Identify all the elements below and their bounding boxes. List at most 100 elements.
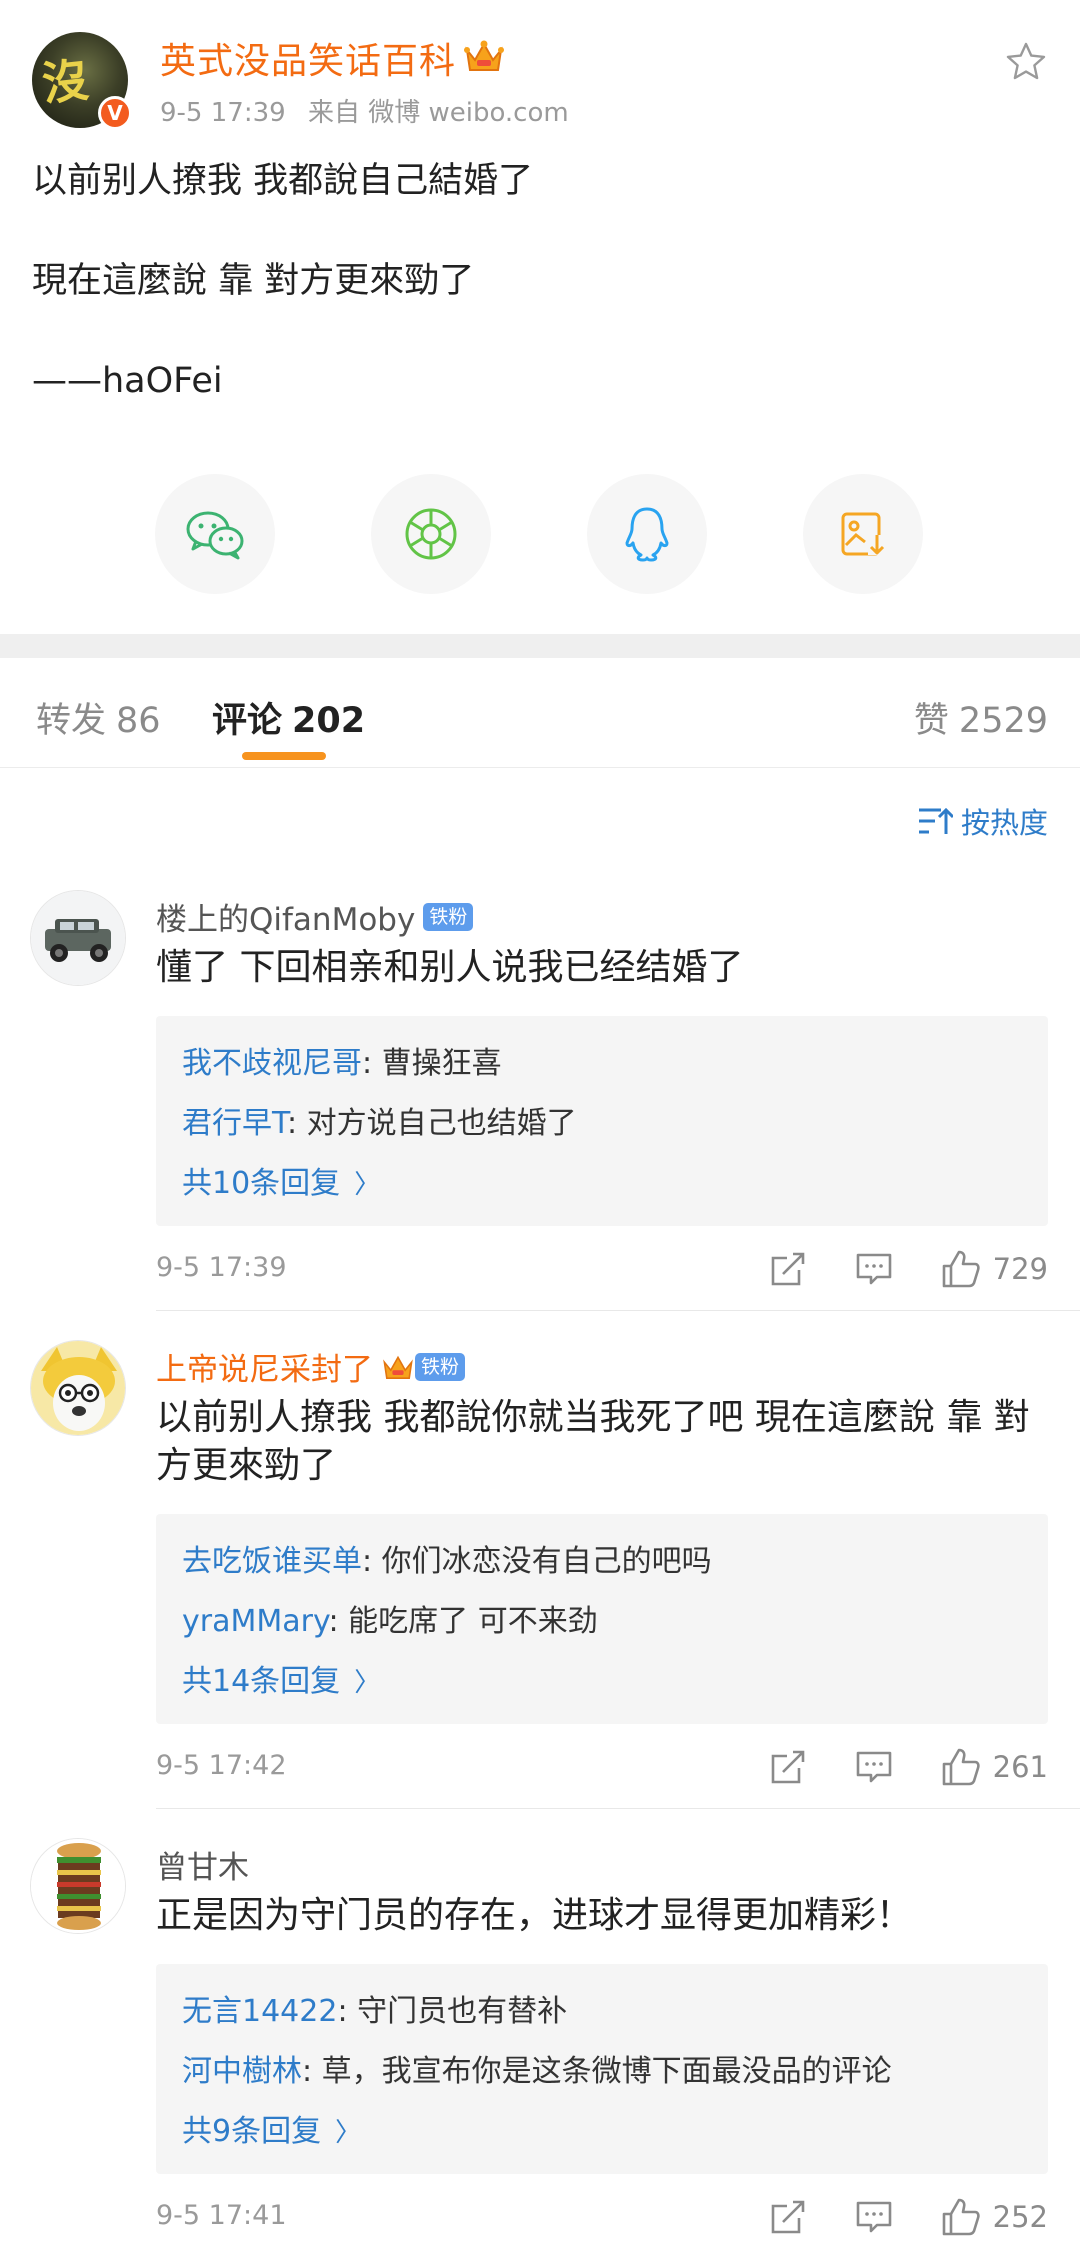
comment-item: 上帝说尼采封了 铁粉 以前别人撩我 我都說你就当我死了吧 現在這麼說 靠 對方更… bbox=[0, 1340, 1080, 1809]
wechat-icon bbox=[186, 511, 244, 560]
burger-avatar-image bbox=[31, 1839, 125, 1933]
view-all-replies-label: 共9条回复 bbox=[182, 2114, 322, 2149]
repost-comment-button[interactable] bbox=[769, 1250, 807, 1288]
comment-divider bbox=[156, 1808, 1080, 1809]
view-all-replies-label: 共10条回复 bbox=[182, 1166, 341, 1201]
repost-icon bbox=[771, 1750, 804, 1784]
like-count: 252 bbox=[992, 2200, 1048, 2234]
reply-box[interactable]: 无言14422: 守门员也有替补 河中樹林: 草，我宣布你是这条微博下面最没品的… bbox=[156, 1964, 1048, 2174]
tab-like-label: 赞 bbox=[913, 701, 949, 741]
post-time: 9-5 17:39 bbox=[160, 98, 286, 128]
comment-item: 楼上的QifanMoby 铁粉 懂了 下回相亲和别人说我已经结婚了 我不歧视尼哥… bbox=[0, 890, 1080, 1311]
sort-toggle[interactable]: 按热度 bbox=[917, 800, 1048, 842]
commenter-avatar[interactable] bbox=[30, 890, 126, 986]
crown-icon bbox=[464, 40, 504, 71]
tab-bar: 转发 86 评论 202 赞 2529 bbox=[0, 658, 1080, 768]
commenter-avatar[interactable] bbox=[30, 1838, 126, 1934]
reply-line: 我不歧视尼哥: 曹操狂喜 bbox=[182, 1034, 1022, 1094]
post-card: 沒 V 英式没品笑话百科 9-5 17:39 来自 微博 weibo.com 以… bbox=[0, 0, 1080, 634]
commenter-name-text: 曾甘木 bbox=[156, 1850, 249, 1886]
comment-time: 9-5 17:41 bbox=[156, 2200, 287, 2231]
reply-line: 河中樹林: 草，我宣布你是这条微博下面最没品的评论 bbox=[182, 2042, 1022, 2102]
view-all-replies-link[interactable]: 共14条回复〉 bbox=[182, 1652, 1022, 1713]
reply-user[interactable]: 君行早T bbox=[182, 1106, 287, 1141]
reply-text: : 草，我宣布你是这条微博下面最没品的评论 bbox=[302, 2054, 892, 2089]
tab-repost-count: 86 bbox=[116, 701, 161, 741]
repost-comment-button[interactable] bbox=[769, 1748, 807, 1786]
like-comment-button[interactable]: 261 bbox=[941, 1747, 1048, 1787]
share-wechat-button[interactable] bbox=[155, 474, 275, 594]
post-signature: ——haOFei bbox=[32, 361, 223, 401]
tab-repost[interactable]: 转发 86 bbox=[36, 692, 161, 743]
comment-footer: 9-5 17:39 729 bbox=[156, 1244, 1048, 1294]
commenter-name[interactable]: 上帝说尼采封了 铁粉 bbox=[156, 1344, 466, 1389]
reply-line: 无言14422: 守门员也有替补 bbox=[182, 1982, 1022, 2042]
thumbs-up-icon bbox=[942, 1748, 980, 1786]
avatar-glyph: 沒 bbox=[39, 52, 92, 112]
thumbs-up-icon bbox=[942, 1250, 980, 1288]
reply-line: 去吃饭谁买单: 你们冰恋没有自己的吧吗 bbox=[182, 1532, 1022, 1592]
comment-footer: 9-5 17:42 261 bbox=[156, 1742, 1048, 1792]
view-all-replies-label: 共14条回复 bbox=[182, 1664, 341, 1699]
fan-badge: 铁粉 bbox=[423, 902, 474, 931]
sort-label: 按热度 bbox=[960, 806, 1048, 840]
comment-text: 以前别人撩我 我都說你就当我死了吧 現在這麼說 靠 對方更來勁了 bbox=[156, 1397, 1030, 1486]
moments-icon bbox=[405, 508, 457, 560]
save-image-icon bbox=[841, 512, 886, 556]
comment-icon bbox=[856, 1253, 891, 1285]
comment-icon bbox=[856, 1751, 891, 1783]
tab-repost-label: 转发 bbox=[36, 701, 107, 741]
tab-like[interactable]: 赞 2529 bbox=[914, 692, 1048, 743]
author-avatar[interactable]: 沒 V bbox=[32, 32, 132, 130]
reply-text: : 曹操狂喜 bbox=[362, 1046, 502, 1081]
commenter-name[interactable]: 楼上的QifanMoby 铁粉 bbox=[156, 894, 474, 939]
reply-user[interactable]: 我不歧视尼哥 bbox=[182, 1046, 362, 1081]
share-moments-button[interactable] bbox=[371, 474, 491, 594]
reply-text: : 对方说自己也结婚了 bbox=[287, 1106, 577, 1141]
post-body: 以前别人撩我 我都說自己結婚了 現在這麼說 靠 對方更來勁了 ——haOFei bbox=[32, 156, 1048, 456]
tab-comment-label: 评论 bbox=[212, 701, 283, 741]
commenter-name-text: 楼上的QifanMoby bbox=[156, 902, 416, 938]
verified-badge: V bbox=[98, 96, 132, 130]
reply-user[interactable]: 去吃饭谁买单 bbox=[182, 1544, 362, 1579]
reply-comment-button[interactable] bbox=[855, 2198, 893, 2236]
commenter-name[interactable]: 曾甘木 bbox=[156, 1842, 249, 1887]
reply-text: : 能吃席了 可不来劲 bbox=[328, 1604, 598, 1639]
like-count: 729 bbox=[992, 1252, 1048, 1286]
comment-time: 9-5 17:39 bbox=[156, 1252, 287, 1283]
commenter-name-text: 上帝说尼采封了 bbox=[156, 1352, 373, 1388]
share-qq-button[interactable] bbox=[587, 474, 707, 594]
like-comment-button[interactable]: 729 bbox=[941, 1249, 1048, 1289]
comment-actions: 252 bbox=[721, 2192, 1048, 2242]
fan-badge: 铁粉 bbox=[415, 1352, 466, 1381]
view-all-replies-link[interactable]: 共9条回复〉 bbox=[182, 2102, 1022, 2163]
section-divider bbox=[0, 634, 1080, 658]
reply-user[interactable]: yraMMary bbox=[182, 1604, 329, 1639]
repost-icon bbox=[771, 2200, 804, 2234]
reply-box[interactable]: 我不歧视尼哥: 曹操狂喜 君行早T: 对方说自己也结婚了 共10条回复〉 bbox=[156, 1016, 1048, 1226]
reply-comment-button[interactable] bbox=[855, 1250, 893, 1288]
reply-comment-button[interactable] bbox=[855, 1748, 893, 1786]
crown-icon bbox=[383, 1355, 413, 1379]
tab-like-count: 2529 bbox=[958, 701, 1048, 741]
repost-icon bbox=[771, 1252, 804, 1286]
reply-line: yraMMary: 能吃席了 可不来劲 bbox=[182, 1592, 1022, 1652]
comment-text: 正是因为守门员的存在，进球才显得更加精彩！ bbox=[156, 1895, 913, 1936]
commenter-avatar[interactable] bbox=[30, 1340, 126, 1436]
author-name[interactable]: 英式没品笑话百科 bbox=[160, 32, 456, 84]
repost-comment-button[interactable] bbox=[769, 2198, 807, 2236]
tab-comment[interactable]: 评论 202 bbox=[212, 692, 365, 743]
reply-box[interactable]: 去吃饭谁买单: 你们冰恋没有自己的吧吗 yraMMary: 能吃席了 可不来劲 … bbox=[156, 1514, 1048, 1724]
view-all-replies-link[interactable]: 共10条回复〉 bbox=[182, 1154, 1022, 1215]
comment-text: 懂了 下回相亲和别人说我已经结婚了 bbox=[156, 947, 744, 988]
comment-actions: 729 bbox=[721, 1244, 1048, 1294]
like-comment-button[interactable]: 252 bbox=[941, 2197, 1048, 2237]
reply-user[interactable]: 河中樹林 bbox=[182, 2054, 302, 2089]
share-save-image-button[interactable] bbox=[803, 474, 923, 594]
post-source: 来自 微博 weibo.com bbox=[307, 98, 569, 128]
reply-user[interactable]: 无言14422 bbox=[182, 1994, 337, 2029]
post-line: 以前别人撩我 我都說自己結婚了 bbox=[32, 161, 534, 201]
comment-item: 曾甘木 正是因为守门员的存在，进球才显得更加精彩！ 无言14422: 守门员也有… bbox=[0, 1838, 1080, 2255]
post-line: 現在這麼說 靠 對方更來勁了 bbox=[32, 261, 475, 301]
star-outline-icon[interactable] bbox=[1004, 40, 1048, 84]
